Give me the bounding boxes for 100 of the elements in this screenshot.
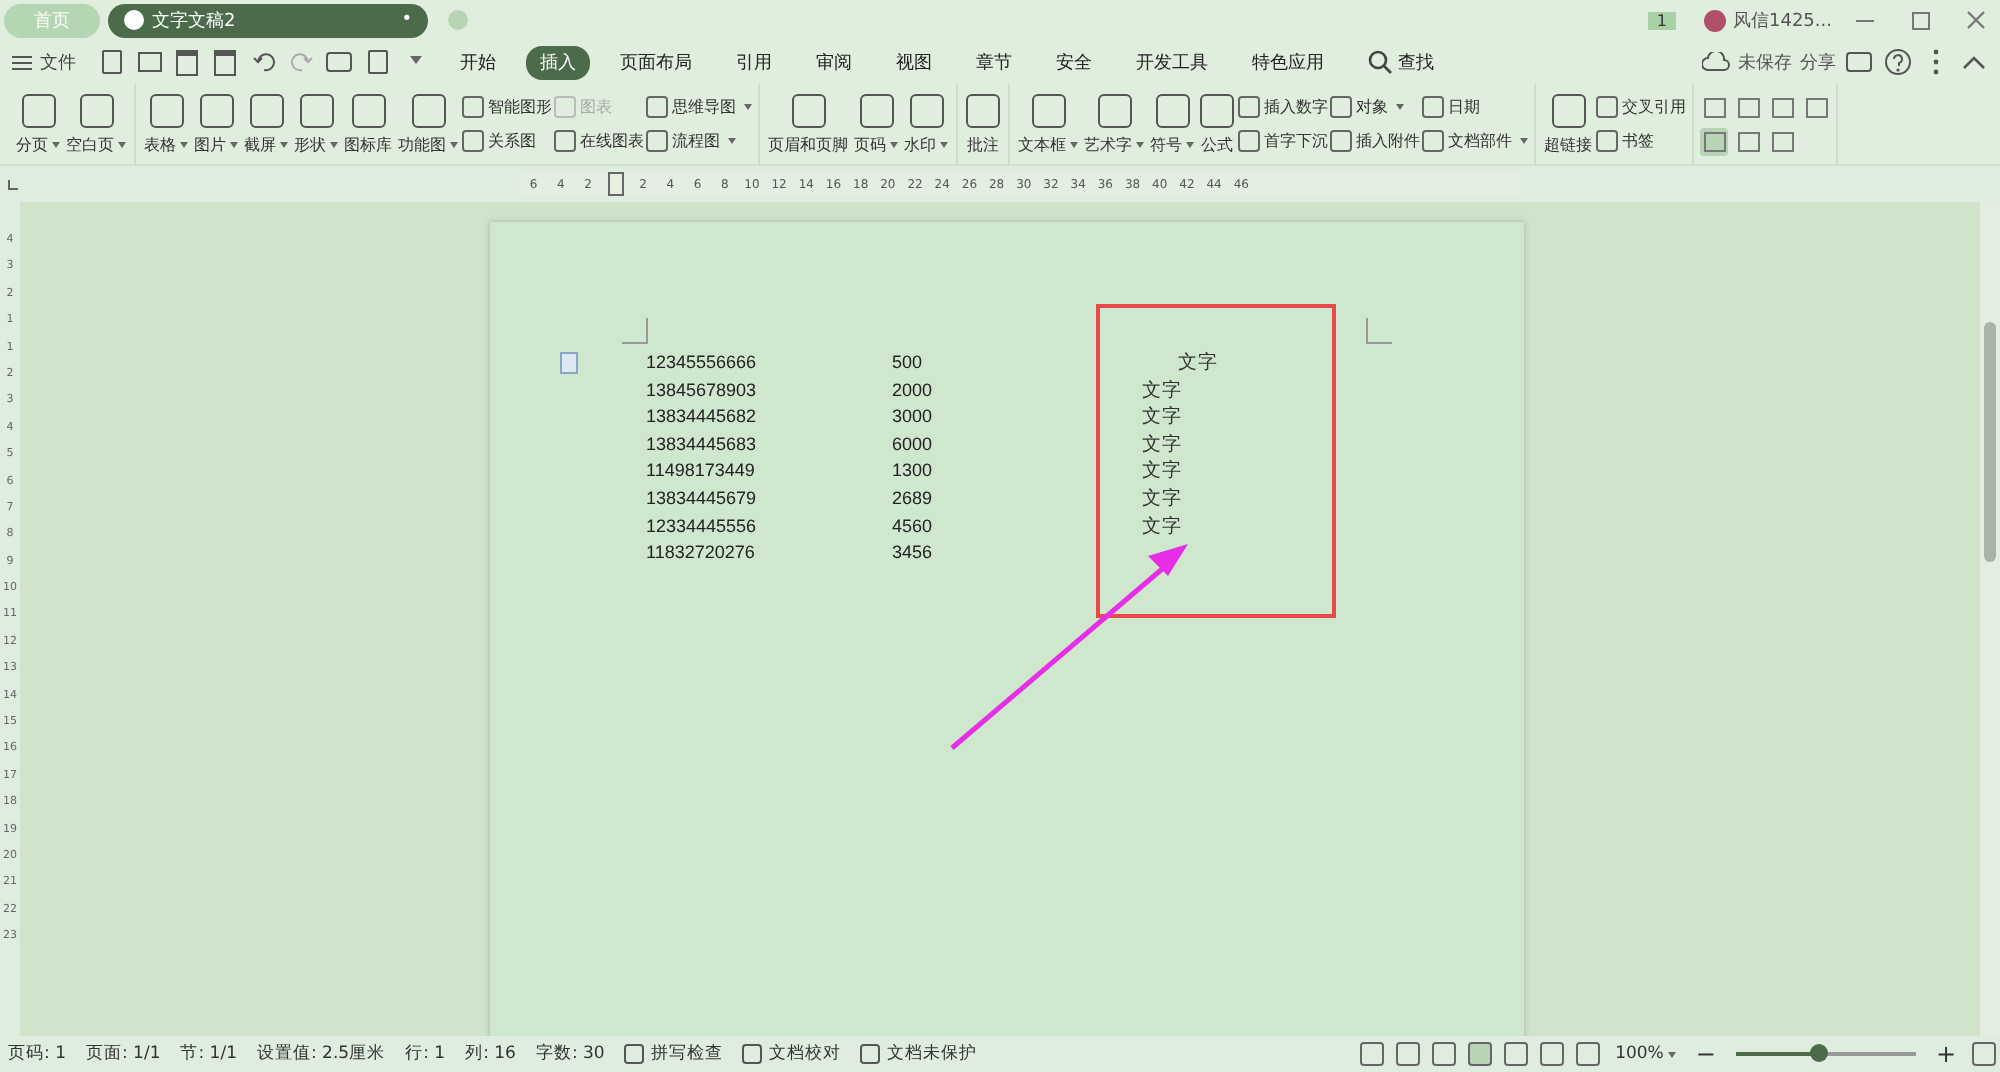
phone-number: 11832720276 (646, 540, 757, 567)
crop-mark (1366, 318, 1392, 344)
ribbon-button[interactable]: 水印 (902, 93, 950, 155)
box-icon[interactable] (1844, 48, 1874, 76)
zoom-out-button[interactable]: − (1695, 1042, 1716, 1066)
ribbon-button[interactable]: 对象 (1330, 96, 1420, 118)
tool-icon (1422, 130, 1444, 152)
ribbon-button[interactable]: 图标库 (342, 93, 394, 155)
ribbon-button[interactable]: 书签 (1596, 130, 1686, 152)
ribbon-button[interactable]: 艺术字 (1082, 93, 1146, 155)
share-button[interactable]: 分享 (1800, 49, 1836, 75)
control-icon[interactable] (1768, 127, 1796, 155)
control-icon[interactable] (1700, 127, 1728, 155)
amount: 6000 (892, 431, 935, 458)
ribbon-button[interactable]: 流程图 (646, 130, 752, 152)
ribbon-button[interactable]: 图片 (192, 93, 240, 155)
ribbon-tab[interactable]: 视图 (882, 45, 946, 79)
ribbon-button[interactable]: 功能图 (396, 93, 460, 155)
status-field: 节: 1/1 (180, 1042, 237, 1066)
ribbon-button[interactable]: 思维导图 (646, 96, 752, 118)
tool-icon (79, 93, 113, 127)
text-line: 文字 (1142, 485, 1184, 514)
document-tab[interactable]: 文字文稿2 • (108, 3, 428, 37)
avatar-icon[interactable] (1703, 9, 1725, 31)
caret-icon (280, 141, 288, 151)
control-icon[interactable] (1734, 93, 1762, 121)
ribbon-button[interactable]: 首字下沉 (1238, 130, 1328, 152)
ribbon-button[interactable]: 智能图形 (462, 96, 552, 118)
tool-icon (411, 93, 445, 127)
ribbon-button[interactable]: 交叉引用 (1596, 96, 1686, 118)
zoom-dropdown[interactable]: 100% (1615, 1044, 1676, 1064)
control-icon[interactable] (1734, 127, 1762, 155)
user-name[interactable]: 风信1425... (1733, 7, 1832, 33)
ribbon-button[interactable]: 公式 (1198, 93, 1236, 155)
ribbon-button[interactable]: 符号 (1148, 93, 1196, 155)
ribbon-tab[interactable]: 插入 (526, 45, 590, 79)
page-view-icon[interactable] (1467, 1042, 1492, 1066)
control-icon[interactable] (1802, 93, 1830, 121)
amount: 3456 (892, 540, 935, 567)
help-icon[interactable] (1882, 48, 1912, 76)
ribbon-tab[interactable]: 特色应用 (1238, 45, 1338, 79)
ribbon-button[interactable]: 形状 (292, 93, 340, 155)
tool-icon (1551, 93, 1585, 127)
save-status-button[interactable]: 未保存 (1738, 49, 1792, 75)
ribbon-button[interactable]: 分页 (14, 93, 62, 155)
status-field: 页面: 1/1 (85, 1042, 161, 1066)
new-file-icon[interactable] (96, 48, 126, 76)
ribbon-button[interactable]: 截屏 (242, 93, 290, 155)
tool-icon (646, 130, 668, 152)
zoom-in-button[interactable]: + (1935, 1042, 1956, 1066)
count-badge[interactable]: 1 (1648, 11, 1675, 29)
ribbon-button[interactable]: 表格 (142, 93, 190, 155)
file-menu[interactable]: 文件 (40, 49, 76, 75)
indent-marker-icon[interactable] (607, 172, 624, 196)
crop-mark (622, 318, 648, 344)
ribbon-button[interactable]: 文档部件 (1422, 130, 1528, 152)
scrollbar[interactable] (1980, 202, 2000, 1036)
ribbon-button[interactable]: 空白页 (64, 93, 128, 155)
status-button[interactable]: 文档未保护 (860, 1042, 977, 1066)
ribbon-button[interactable]: 插入数字 (1238, 96, 1328, 118)
zoom-thumb[interactable] (1810, 1044, 1829, 1062)
tool-icon (860, 1044, 881, 1064)
caret-icon (1136, 141, 1144, 151)
undo-icon[interactable] (248, 48, 278, 76)
ribbon-tab[interactable]: 开始 (446, 45, 510, 79)
search-button[interactable]: 查找 (1354, 45, 1448, 79)
ribbon-button[interactable]: 关系图 (462, 130, 552, 152)
ribbon-tab[interactable]: 开发工具 (1122, 45, 1222, 79)
tool-icon (624, 1044, 645, 1064)
tool-icon (909, 93, 943, 127)
tool-icon (21, 93, 55, 127)
status-button[interactable]: 拼写检查 (624, 1042, 723, 1066)
tab-stop-icon[interactable] (8, 179, 18, 189)
tool-icon (351, 93, 385, 127)
control-icon[interactable] (1700, 93, 1728, 121)
ribbon-tab[interactable]: 章节 (962, 45, 1026, 79)
ribbon-button[interactable]: 页码 (852, 93, 900, 155)
ribbon-button[interactable]: 页眉和页脚 (766, 93, 850, 155)
status-field: 字数: 30 (535, 1042, 605, 1066)
ribbon-button[interactable]: 超链接 (1542, 93, 1594, 155)
control-icon[interactable] (1768, 93, 1796, 121)
status-button[interactable]: 文档校对 (742, 1042, 841, 1066)
tool-icon (1155, 93, 1189, 127)
tool-icon (1330, 96, 1352, 118)
cloud-icon[interactable] (1700, 48, 1730, 76)
menu-icon[interactable] (12, 55, 32, 69)
ribbon-tab[interactable]: 审阅 (802, 45, 866, 79)
ribbon-button[interactable]: 批注 (964, 93, 1002, 155)
text-line: 文字 (1142, 458, 1184, 486)
ribbon-button[interactable]: 文本框 (1016, 93, 1080, 155)
ribbon-tab[interactable]: 页面布局 (606, 45, 706, 79)
ribbon-tab[interactable]: 安全 (1042, 45, 1106, 79)
caret-icon (230, 141, 238, 151)
amount: 3000 (892, 404, 935, 431)
ribbon-button[interactable]: 插入附件 (1330, 130, 1420, 152)
ribbon-tab[interactable]: 引用 (722, 45, 786, 79)
ribbon-button[interactable]: 在线图表 (554, 130, 644, 152)
text-line: 文字 (1142, 404, 1184, 432)
tool-icon (742, 1044, 763, 1064)
ribbon-button[interactable]: 日期 (1422, 96, 1528, 118)
